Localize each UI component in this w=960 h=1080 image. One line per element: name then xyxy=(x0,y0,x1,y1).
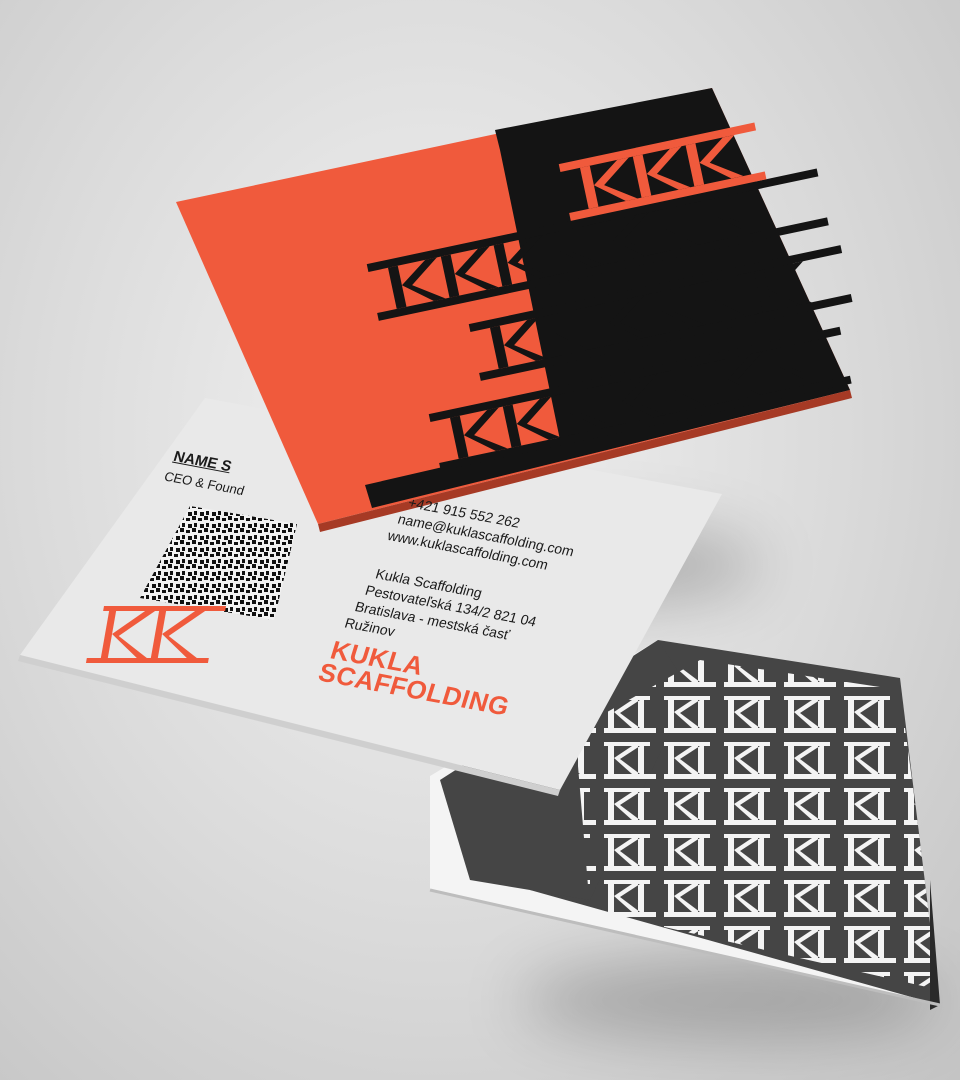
mockup-stage: NAME S CEO & Found +421 915 552 262 name… xyxy=(0,0,960,1080)
